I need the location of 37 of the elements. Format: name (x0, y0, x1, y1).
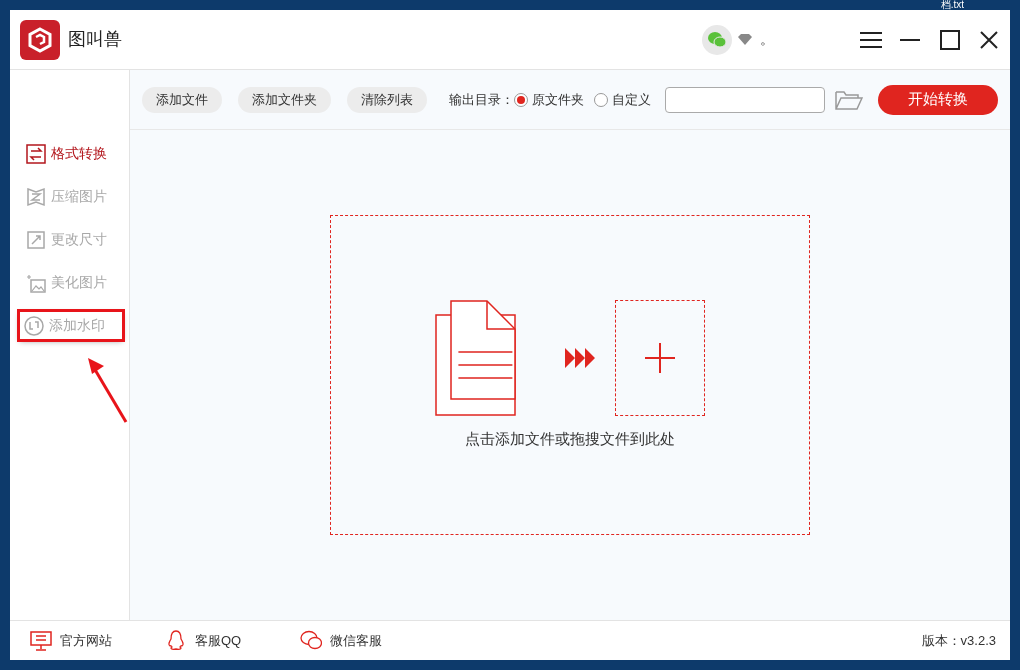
start-convert-button[interactable]: 开始转换 (878, 84, 998, 115)
version-text: 版本：v3.2.3 (921, 631, 996, 650)
diamond-icon[interactable] (738, 34, 752, 45)
sidebar-tab[interactable]: 格式转换 (26, 140, 122, 167)
output-radio[interactable]: 原文件夹 (514, 89, 584, 110)
wechat-icon[interactable] (702, 24, 732, 55)
footer-link[interactable]: 客服QQ (165, 630, 270, 651)
add-file-box[interactable] (615, 299, 705, 416)
maximize-icon[interactable] (940, 29, 960, 50)
desktop-file-label[interactable]: 档.txt (940, 0, 964, 10)
folder-icon[interactable] (835, 89, 863, 110)
app-logo-icon (20, 19, 60, 60)
convert-icon (26, 143, 46, 164)
footer-link[interactable]: 微信客服 (300, 630, 405, 651)
beautify-icon (26, 272, 46, 293)
footer-link[interactable]: 官方网站 (30, 630, 135, 651)
arrows-icon (565, 347, 595, 368)
path-input-field[interactable] (665, 86, 825, 113)
plus-icon (645, 342, 675, 373)
close-icon[interactable] (980, 30, 998, 49)
toolbar-button[interactable]: 清除列表 (347, 86, 427, 113)
menu-icon[interactable] (860, 31, 882, 48)
drop-zone[interactable]: 点击添加文件或拖搜文件到此处 (330, 215, 810, 535)
watermark-icon (24, 315, 44, 336)
wechat-icon (300, 630, 322, 651)
qq-icon (165, 630, 187, 651)
minimize-icon[interactable] (900, 38, 920, 41)
compress-icon (26, 186, 46, 207)
resize-icon (26, 229, 46, 250)
toolbar-button[interactable]: 添加文件 (142, 86, 222, 113)
output-directory-label: 输出目录： (449, 90, 514, 109)
drop-hint-text: 点击添加文件或拖搜文件到此处 (465, 428, 675, 449)
header-text: 。 (760, 30, 774, 49)
website-icon (30, 630, 52, 651)
output-radio[interactable]: 自定义 (594, 89, 651, 110)
toolbar-button[interactable]: 添加文件夹 (238, 86, 331, 113)
app-title: 图叫兽 (68, 28, 122, 51)
